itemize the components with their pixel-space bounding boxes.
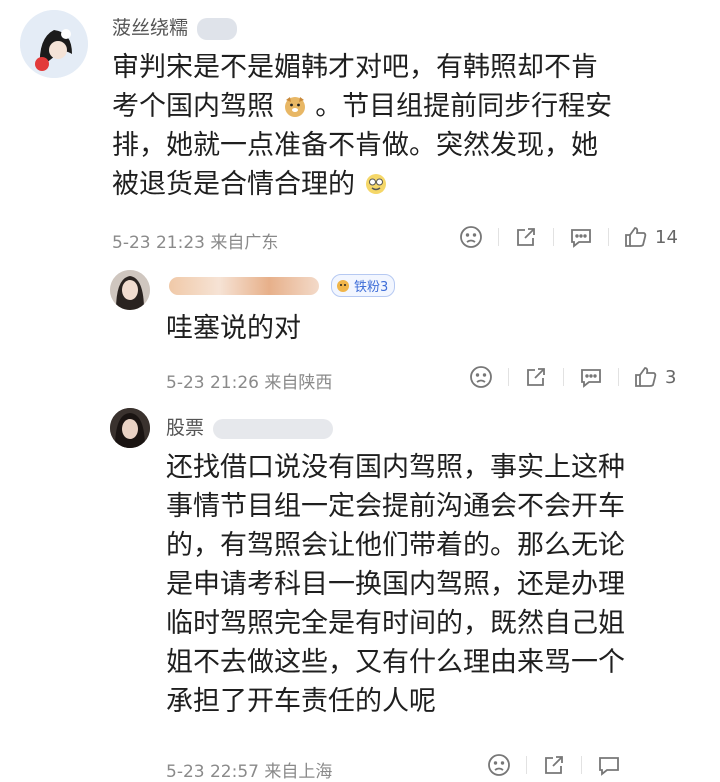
like-count: 3 [665, 366, 677, 388]
comment-meta: 5-23 21:23 来自广东 [112, 233, 279, 253]
comment-text-line: 哇塞说的对 [166, 313, 301, 344]
divider [563, 368, 564, 386]
divider [526, 756, 527, 774]
divider [553, 228, 554, 246]
divider [608, 228, 609, 246]
thumb-up-icon [625, 227, 647, 247]
divider [618, 368, 619, 386]
comment-text-line: 承担了开车责任的人呢 [166, 686, 436, 717]
thumb-up-icon [635, 367, 657, 387]
sad-face-icon[interactable] [486, 752, 512, 778]
share-icon[interactable] [513, 224, 539, 250]
like-count: 14 [655, 226, 678, 248]
comment-icon[interactable] [568, 224, 594, 250]
comment-text-line: 审判宋是不是媚韩才对吧，有韩照却不肯 [112, 52, 598, 83]
comment-icon[interactable] [578, 364, 604, 390]
blurred-name-part [169, 276, 319, 295]
divider [498, 228, 499, 246]
username[interactable]: 股票 [166, 417, 204, 439]
comment-text-line: 被退货是合情合理的 [112, 169, 355, 200]
comment-icon[interactable] [596, 752, 622, 778]
blurred-name-part [213, 418, 334, 439]
sad-face-icon[interactable] [468, 364, 494, 390]
avatar[interactable] [110, 408, 150, 448]
comment-text-line: 是申请考科目一换国内驾照，还是办理 [166, 569, 625, 600]
sad-face-icon[interactable] [458, 224, 484, 250]
comment-text-line: 姐不去做这些，又有什么理由来骂一个 [166, 647, 625, 678]
share-icon[interactable] [541, 752, 567, 778]
username[interactable]: 菠丝绕糯 [112, 17, 188, 39]
share-icon[interactable] [523, 364, 549, 390]
doge-emoji-icon [284, 97, 305, 117]
dizzy-face-emoji-icon [365, 174, 386, 194]
fan-badge-icon [337, 279, 350, 292]
comment-text-line: 考个国内驾照 [112, 91, 274, 122]
divider [581, 756, 582, 774]
like-button[interactable]: 3 [633, 364, 676, 390]
divider [508, 368, 509, 386]
avatar[interactable] [20, 10, 88, 78]
avatar[interactable] [110, 270, 150, 310]
comment-text-line: 。节目组提前同步行程安 [315, 91, 613, 122]
comment-meta: 5-23 21:26 来自陕西 [166, 373, 333, 393]
fan-badge: 铁粉3 [331, 274, 396, 297]
comment-text-line: 临时驾照完全是有时间的，既然自己姐 [166, 608, 625, 639]
comment-text-line: 还找借口说没有国内驾照，事实上这种 [166, 452, 625, 483]
comment-text-line: 事情节目组一定会提前沟通会不会开车 [166, 491, 625, 522]
comment-meta: 5-23 22:57 来自上海 [166, 762, 333, 782]
like-button[interactable]: 14 [623, 224, 678, 250]
comment-text-line: 的，有驾照会让他们带着的。那么无论 [166, 530, 625, 561]
fan-badge-label: 铁粉3 [354, 280, 389, 295]
comment-text-line: 排，她就一点准备不肯做。突然发现，她 [112, 130, 598, 161]
blurred-name-part [197, 17, 238, 40]
